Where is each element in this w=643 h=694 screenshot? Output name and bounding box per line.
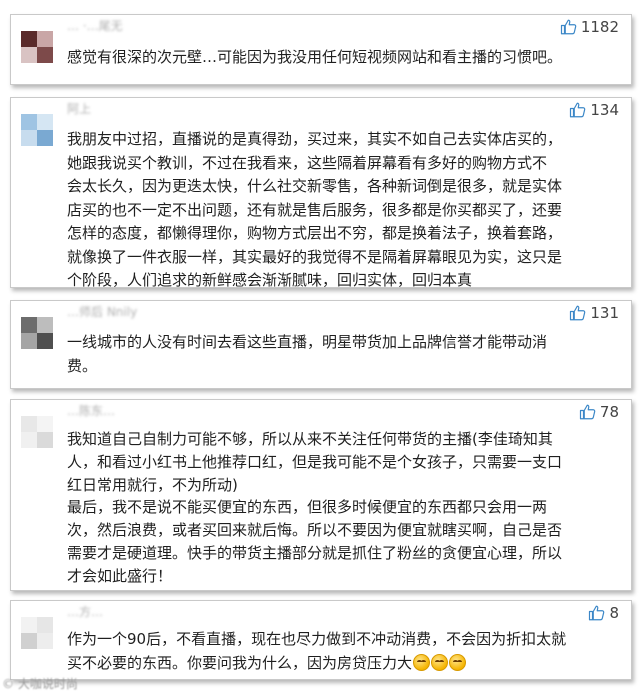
laughing-emoji-icon xyxy=(413,653,431,671)
username[interactable]: 阿上 xyxy=(67,100,91,117)
comment-card: 阿上 134 我朋友中过招，直播说的是真得劲，买过来，其实不如自己去实体店买的，… xyxy=(10,97,632,289)
like-count: 134 xyxy=(590,101,619,119)
comment-card: …师后 Nnily 131 一线城市的人没有时间去看这些直播，明星带货加上品牌信… xyxy=(10,300,632,389)
avatar[interactable] xyxy=(21,114,53,146)
like-button[interactable]: 8 xyxy=(588,604,619,622)
thumbs-up-icon xyxy=(570,305,586,321)
like-button[interactable]: 78 xyxy=(579,403,619,421)
avatar[interactable] xyxy=(21,416,53,448)
username[interactable]: …陈东… xyxy=(67,402,115,419)
username[interactable]: …方… xyxy=(67,603,103,620)
thumbs-up-icon xyxy=(579,404,596,420)
comment-card: …陈东… 78 我知道自己自制力可能不够，所以从来不关注任何带货的主播(李佳琦知… xyxy=(10,399,632,591)
comment-text: 我朋友中过招，直播说的是真得劲，买过来，其实不如自己去实体店买的， 她跟我说买个… xyxy=(67,130,563,289)
comment-text: 作为一个90后，不看直播，现在也尽力做到不冲动消费，不会因为折扣太就 买不必要的… xyxy=(67,628,617,675)
watermark: © 大咖说时尚 xyxy=(2,677,78,691)
like-count: 78 xyxy=(599,403,619,421)
comment-card: …方… 8 作为一个90后，不看直播，现在也尽力做到不冲动消费，不会因为折扣太就… xyxy=(10,600,632,680)
like-button[interactable]: 131 xyxy=(569,304,619,322)
like-count: 8 xyxy=(609,604,619,622)
avatar[interactable] xyxy=(21,31,53,63)
thumbs-up-icon xyxy=(570,102,586,118)
avatar[interactable] xyxy=(21,617,53,649)
like-button[interactable]: 1182 xyxy=(560,18,619,36)
avatar[interactable] xyxy=(21,317,53,349)
comment-text: 感觉有很深的次元壁…可能因为我没用任何短视频网站和看主播的习惯吧。 xyxy=(67,48,563,66)
thumbs-up-icon xyxy=(589,605,605,621)
username[interactable]: …师后 Nnily xyxy=(67,303,137,320)
comment-text-body: 作为一个90后，不看直播，现在也尽力做到不冲动消费，不会因为折扣太就 买不必要的… xyxy=(67,630,567,672)
username[interactable]: … ·…尾无 xyxy=(67,17,123,34)
thumbs-up-icon xyxy=(560,19,577,35)
comment-text: 一线城市的人没有时间去看这些直播，明星带货加上品牌信誉才能带动消 费。 xyxy=(67,333,548,375)
laughing-emoji-icon xyxy=(431,653,449,671)
like-count: 131 xyxy=(590,304,619,322)
like-count: 1182 xyxy=(580,18,619,36)
laughing-emoji-icon xyxy=(449,653,467,671)
comment-card: … ·…尾无 1182 感觉有很深的次元壁…可能因为我没用任何短视频网站和看主播… xyxy=(10,14,632,85)
comment-text: 我知道自己自制力可能不够，所以从来不关注任何带货的主播(李佳琦知其 人，和看过小… xyxy=(67,430,563,585)
like-button[interactable]: 134 xyxy=(569,101,619,119)
